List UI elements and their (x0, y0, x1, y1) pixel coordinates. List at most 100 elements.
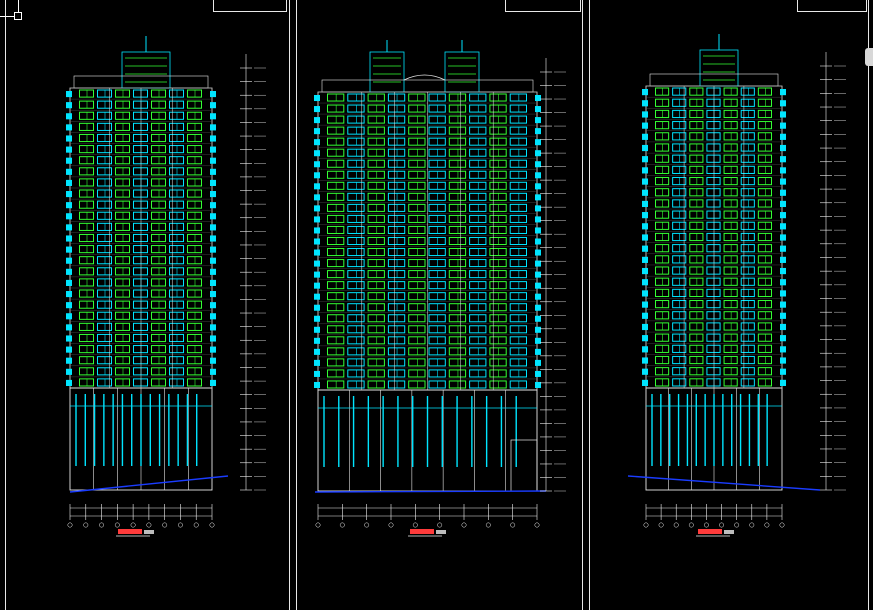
window (448, 347, 467, 356)
window (133, 289, 148, 298)
window (187, 378, 202, 387)
balcony-left (66, 91, 72, 98)
window (672, 300, 687, 309)
balcony-left (66, 179, 72, 186)
window (689, 300, 704, 309)
drawing-title-mark (410, 529, 434, 534)
window (387, 159, 406, 168)
window (469, 148, 487, 157)
window (428, 236, 446, 246)
window (387, 248, 406, 257)
window (408, 192, 426, 201)
cad-canvas[interactable] (0, 0, 873, 610)
balcony-left (314, 370, 320, 377)
balcony-right (210, 146, 216, 153)
window (448, 248, 467, 257)
balcony-right (780, 212, 786, 219)
window (367, 203, 385, 212)
balcony-right (780, 301, 786, 308)
window (387, 181, 406, 190)
window (740, 98, 755, 107)
window (689, 109, 704, 119)
balcony-left (642, 111, 648, 118)
window (97, 333, 112, 343)
window (706, 132, 721, 141)
window (448, 225, 467, 234)
window (723, 109, 738, 119)
window (327, 358, 345, 367)
window (169, 278, 184, 287)
balcony-right (780, 290, 786, 297)
balcony-right (210, 168, 216, 175)
balcony-left (314, 183, 320, 190)
window (115, 145, 130, 154)
window (327, 214, 345, 223)
window (367, 358, 385, 367)
grid-bubble (67, 522, 73, 528)
roof-crown (699, 49, 739, 87)
window (489, 115, 507, 124)
window (408, 380, 426, 389)
window (509, 369, 528, 378)
window (115, 89, 130, 98)
window (672, 266, 687, 275)
balcony-left (314, 238, 320, 245)
window (489, 214, 507, 223)
window (757, 121, 772, 130)
window (689, 143, 704, 152)
balcony-right (780, 357, 786, 364)
window (723, 288, 738, 298)
balcony-left (314, 381, 320, 388)
window (133, 178, 148, 187)
window (97, 200, 112, 209)
balcony-right (780, 200, 786, 208)
window (187, 89, 202, 98)
window (169, 111, 184, 120)
window (133, 256, 148, 265)
window (757, 255, 772, 264)
window (408, 93, 426, 102)
balcony-left (66, 357, 72, 364)
window (387, 325, 406, 334)
window (672, 221, 687, 230)
window (367, 148, 385, 157)
window (469, 93, 487, 102)
window (448, 181, 467, 190)
window (672, 244, 687, 253)
balcony-right (210, 379, 216, 386)
balcony-right (535, 194, 541, 201)
window (489, 93, 507, 102)
window (97, 356, 112, 365)
balcony-left (314, 227, 320, 234)
window (757, 165, 772, 174)
window (387, 358, 406, 367)
balcony-left (642, 200, 648, 208)
window (408, 104, 426, 113)
balcony-left (642, 346, 648, 353)
window (706, 121, 721, 130)
window (689, 277, 704, 286)
window (448, 270, 467, 279)
window (655, 154, 670, 163)
window (509, 148, 528, 157)
window (187, 278, 202, 287)
window (509, 270, 528, 279)
window (115, 256, 130, 265)
window (448, 369, 467, 378)
window (489, 303, 507, 312)
balcony-right (535, 183, 541, 190)
window (757, 109, 772, 119)
window (706, 288, 721, 298)
window (97, 345, 112, 354)
balcony-left (66, 157, 72, 164)
window (97, 245, 112, 254)
window (408, 336, 426, 345)
balcony-left (642, 256, 648, 263)
window (655, 288, 670, 298)
window (469, 369, 487, 378)
window (672, 367, 687, 376)
grid-bubble (510, 522, 516, 528)
balcony-right (780, 167, 786, 174)
window (428, 159, 446, 168)
window (757, 210, 772, 219)
